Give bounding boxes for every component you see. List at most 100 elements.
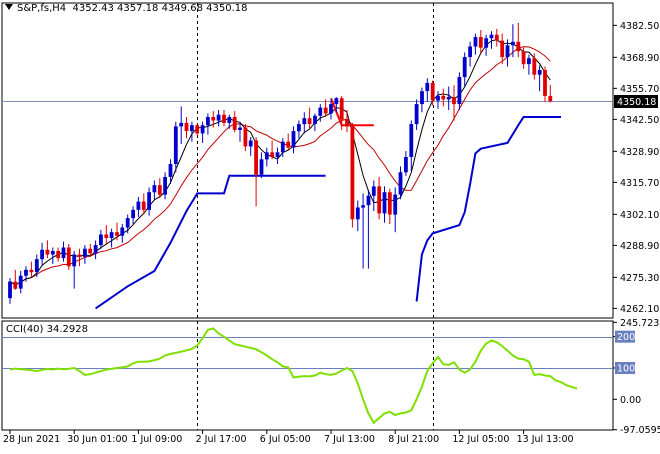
candle-body [436,95,440,101]
candle [83,245,87,264]
candle [243,124,248,152]
candle [323,99,328,117]
candle [136,196,141,217]
candle [104,225,109,246]
candle-body [302,118,307,125]
candle [131,206,135,224]
candle-body [125,218,130,228]
candle-body [147,192,151,210]
candle [184,117,189,139]
candle [393,187,398,233]
candle-body [452,97,456,105]
y-axis-tick-label: 4262.10 [620,304,659,315]
candle [516,23,521,58]
y-axis-tick-label: 4275.30 [620,273,659,284]
candle [387,188,392,224]
candle-body [457,77,462,104]
candle [446,86,451,110]
candle-body [259,159,264,175]
candle [350,122,355,228]
candle [40,242,44,266]
candle [489,31,494,49]
candle-body [441,95,446,100]
candle-body [13,281,18,289]
candle [420,87,424,113]
candle-body [323,107,328,114]
candle-body [227,117,232,123]
candle-body [270,152,275,157]
candle [216,110,221,127]
candle-body [243,127,248,147]
candle [147,187,151,216]
candle-body [248,140,253,147]
candle [313,113,317,132]
candle-body [366,195,371,206]
candle-body [532,58,537,75]
candle [398,166,403,200]
candle [56,247,61,262]
current-price-label: 4350.18 [617,97,656,108]
candle-body [462,57,467,78]
candle-body [131,209,135,219]
candle-body [104,234,109,238]
candle-body [40,249,44,260]
candle-body [377,186,382,214]
candle [45,240,50,259]
candle [179,106,184,144]
candle-body [494,34,499,41]
candle [436,91,440,109]
candle-body [29,269,34,273]
candle-body [307,118,312,125]
candle-body [120,227,125,236]
candle [173,121,178,173]
cci-axis-tick-label: 245.7235 [620,318,660,329]
candle-body [34,259,39,273]
candle-body [93,245,98,254]
candle-body [216,114,221,121]
candle-body [516,41,521,52]
candle-body [505,45,510,58]
candle-body [511,41,515,46]
candle [232,111,237,133]
candle [200,121,205,143]
cci-value: 34.2928 [46,324,88,335]
candle-body [24,269,28,276]
candle-body [109,232,114,239]
candle-body [420,91,424,105]
candle-body [543,70,547,96]
collapse-triangle-icon[interactable] [5,4,13,10]
candle [248,137,253,156]
candle [13,269,18,290]
symbol-label: S&P,fs,H4 [17,3,67,14]
candle [377,177,382,220]
candle [8,278,12,304]
candle [50,247,55,264]
candle-body [264,152,269,160]
x-axis-tick-label: 12 Jul 05:00 [452,434,509,445]
fast-moving-average-line [9,39,551,286]
candle-body [72,254,77,267]
candle [441,88,446,107]
candle [500,33,505,65]
x-axis-tick-label: 28 Jun 2021 [3,434,60,445]
candle-body [313,115,317,124]
candle [286,133,291,150]
cci-header: CCI(40) 34.2928 [6,324,88,335]
candle [99,229,103,249]
candle-body [77,254,82,257]
cci-axis-tick-label: 0.00 [620,395,641,406]
candle-body [200,125,205,134]
candle [297,120,301,139]
candle [366,189,371,269]
candle-body [404,157,408,173]
candle-body [222,114,226,123]
candle [163,172,167,200]
candle [291,126,296,154]
candle-body [297,124,301,132]
candle-body [152,185,157,193]
candle-body [45,249,50,255]
candle-body [99,234,103,246]
x-axis-tick-label: 8 Jul 21:00 [388,434,439,445]
candle [152,180,157,200]
y-axis-tick-label: 4342.50 [620,115,659,126]
